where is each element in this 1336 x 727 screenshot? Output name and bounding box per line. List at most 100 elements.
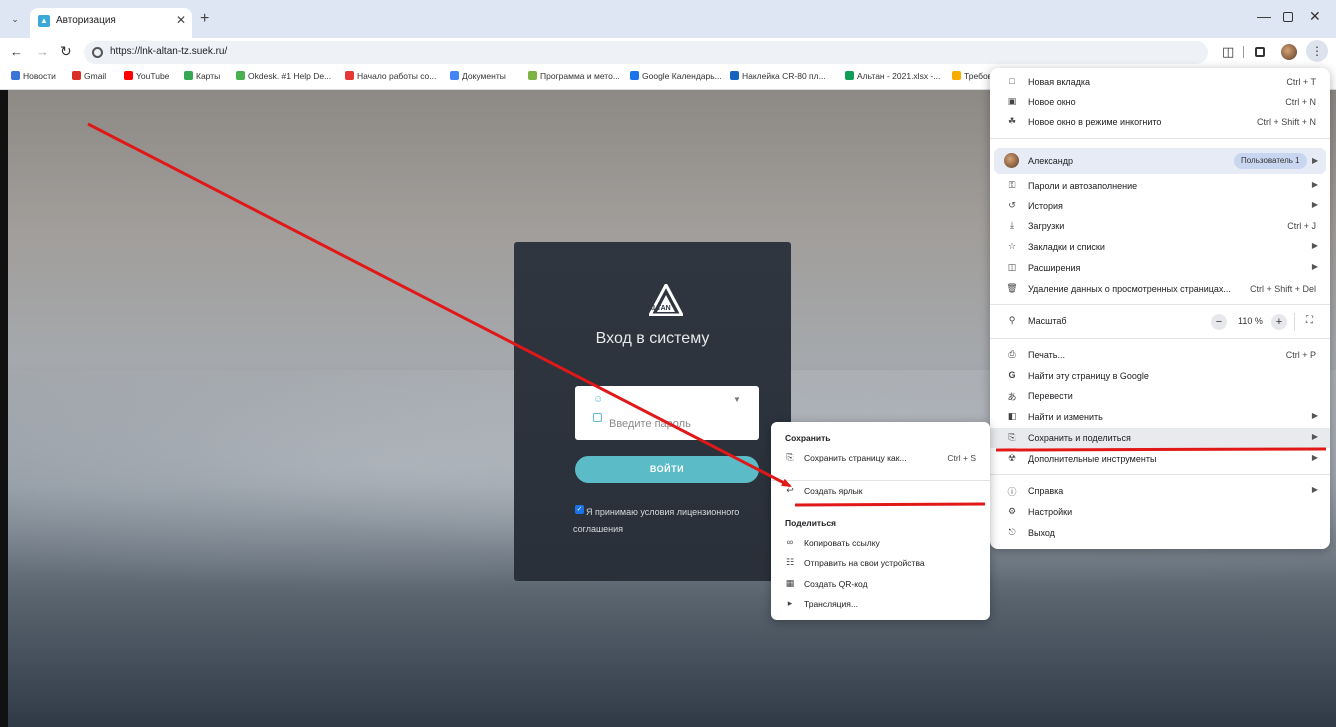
submenu-send-devices[interactable]: ☷ Отправить на свои устройства — [771, 553, 990, 573]
menu-bookmarks[interactable]: ☆ Закладки и списки ▶ — [990, 237, 1330, 257]
menu-label: Найти и изменить — [1028, 412, 1103, 422]
chevron-right-icon: ▶ — [1311, 432, 1318, 441]
print-icon: ⎙ — [1008, 349, 1016, 359]
fullscreen-icon[interactable]: ⛶ — [1306, 315, 1313, 326]
bookmark-item[interactable]: Начало работы со... — [345, 71, 436, 81]
profile-badge: Пользователь 1 — [1234, 153, 1307, 169]
browser-toolbar: ← → ↻ https://lnk-altan-tz.suek.ru/ ◫ ⋮ — [0, 38, 1336, 66]
menu-exit[interactable]: ⎋ Выход — [990, 523, 1330, 543]
zoom-out-button[interactable]: − — [1211, 314, 1227, 330]
star-icon: ☆ — [1007, 241, 1017, 251]
menu-find-edit[interactable]: ◧ Найти и изменить ▶ — [990, 407, 1330, 427]
menu-print[interactable]: ⎙ Печать... Ctrl + P — [990, 345, 1330, 365]
menu-translate[interactable]: あ Перевести — [990, 386, 1330, 406]
bookmark-item[interactable]: Новости — [11, 71, 56, 81]
bookmark-favicon-icon — [450, 71, 459, 80]
exit-icon: ⎋ — [1008, 527, 1016, 537]
chevron-right-icon: ▶ — [1311, 262, 1318, 271]
submenu-create-shortcut[interactable]: ↩ Создать ярлык — [771, 481, 990, 501]
menu-find-google[interactable]: G Найти эту страницу в Google — [990, 366, 1330, 386]
bookmark-item[interactable]: YouTube — [124, 71, 169, 81]
menu-label: Перевести — [1028, 391, 1073, 401]
back-icon[interactable]: ← — [10, 44, 23, 59]
extensions-icon[interactable]: ◫ — [1222, 44, 1234, 60]
menu-save-share[interactable]: ⎘ Сохранить и поделиться ▶ — [990, 428, 1330, 448]
submenu-cast[interactable]: ▸ Трансляция... — [771, 594, 990, 614]
toolbox-icon: ☢ — [1007, 453, 1017, 463]
new-window-icon: ▣ — [1007, 96, 1017, 106]
menu-history[interactable]: ↺ История ▶ — [990, 196, 1330, 216]
menu-clear-data[interactable]: 🗑 Удаление данных о просмотренных страни… — [990, 279, 1330, 299]
url-text[interactable]: https://lnk-altan-tz.suek.ru/ — [110, 46, 227, 57]
bookmark-item[interactable]: Okdesk. #1 Help De... — [236, 71, 331, 81]
chevron-right-icon: ▶ — [1311, 453, 1318, 462]
tab-close-icon[interactable]: ✕ — [176, 13, 186, 27]
menu-label: Загрузки — [1028, 221, 1065, 231]
zoom-icon: ⚲ — [1008, 315, 1016, 325]
bookmark-label: Gmail — [84, 71, 107, 81]
cast-icon: ▸ — [787, 598, 793, 608]
password-input[interactable] — [609, 418, 749, 430]
site-info-icon[interactable] — [92, 47, 103, 58]
tab-search-icon[interactable]: ⌄ — [8, 12, 22, 26]
zoom-divider — [1294, 313, 1295, 331]
bookmark-label: YouTube — [136, 71, 170, 81]
altan-favicon-icon: ▲ — [38, 15, 50, 27]
minimize-icon[interactable]: — — [1257, 8, 1271, 24]
menu-passwords[interactable]: ⚿ Пароли и автозаполнение ▶ — [990, 176, 1330, 196]
trash-icon: 🗑 — [1006, 283, 1018, 293]
save-share-submenu: Сохранить ⎘ Сохранить страницу как... Ct… — [771, 422, 990, 620]
login-button[interactable]: ВОЙТИ — [575, 456, 759, 483]
menu-downloads[interactable]: ⤓ Загрузки Ctrl + J — [990, 216, 1330, 236]
login-panel: ALTAN Вход в систему ☺ ▼ ВОЙТИ ✓ Я прини… — [514, 242, 791, 581]
bookmark-label: Альтан - 2021.xlsx -... — [857, 71, 941, 81]
menu-profile[interactable]: Александр Пользователь 1 ▶ — [994, 148, 1326, 174]
forward-icon[interactable]: → — [36, 44, 49, 59]
menu-incognito[interactable]: ☘ Новое окно в режиме инкогнито Ctrl + S… — [990, 112, 1330, 132]
bookmark-favicon-icon — [124, 71, 133, 80]
save-page-icon: ⎘ — [786, 452, 794, 462]
user-dropdown-icon[interactable]: ▼ — [733, 395, 741, 404]
menu-label: История — [1028, 201, 1063, 211]
zoom-in-button[interactable]: + — [1271, 314, 1287, 330]
bookmark-item[interactable]: Google Календарь... — [630, 71, 722, 81]
menu-label: Закладки и списки — [1028, 242, 1105, 252]
menu-extensions[interactable]: ◫ Расширения ▶ — [990, 258, 1330, 278]
menu-new-window[interactable]: ▣ Новое окно Ctrl + N — [990, 92, 1330, 112]
menu-help[interactable]: ⓘ Справка ▶ — [990, 481, 1330, 501]
reload-icon[interactable]: ↻ — [60, 43, 72, 60]
profile-avatar-icon[interactable] — [1281, 44, 1297, 60]
close-window-icon[interactable]: ✕ — [1309, 8, 1321, 25]
menu-label: Новая вкладка — [1028, 77, 1091, 87]
menu-shortcut: Ctrl + N — [1285, 97, 1316, 107]
menu-label: Дополнительные инструменты — [1028, 454, 1157, 464]
bookmark-item[interactable]: Карты — [184, 71, 220, 81]
bookmark-item[interactable]: Альтан - 2021.xlsx -... — [845, 71, 940, 81]
submenu-copy-link[interactable]: ∞ Копировать ссылку — [771, 533, 990, 553]
menu-more-tools[interactable]: ☢ Дополнительные инструменты ▶ — [990, 449, 1330, 469]
bookmark-item[interactable]: Наклейка CR-80 пл... — [730, 71, 826, 81]
restore-icon[interactable] — [1283, 12, 1293, 22]
bookmark-favicon-icon — [184, 71, 193, 80]
menu-label: Создать QR-код — [804, 579, 868, 589]
menu-new-tab[interactable]: □ Новая вкладка Ctrl + T — [990, 72, 1330, 92]
bookmark-item[interactable]: Программа и мето... — [528, 71, 620, 81]
menu-label: Справка — [1028, 486, 1064, 496]
address-bar[interactable]: https://lnk-altan-tz.suek.ru/ — [84, 41, 1208, 64]
bookmark-item[interactable]: Требов — [952, 71, 992, 81]
chevron-right-icon: ▶ — [1311, 411, 1318, 420]
side-panel-icon[interactable] — [1255, 47, 1265, 57]
bookmark-favicon-icon — [952, 71, 961, 80]
bookmark-label: Okdesk. #1 Help De... — [248, 71, 332, 81]
menu-settings[interactable]: ⚙ Настройки — [990, 502, 1330, 522]
bookmark-item[interactable]: Документы — [450, 71, 506, 81]
submenu-save-page[interactable]: ⎘ Сохранить страницу как... Ctrl + S — [771, 448, 990, 468]
bookmark-favicon-icon — [730, 71, 739, 80]
bookmark-item[interactable]: Gmail — [72, 71, 106, 81]
kebab-menu-icon[interactable]: ⋮ — [1306, 40, 1328, 62]
new-tab-icon[interactable]: + — [200, 10, 209, 28]
tab-active[interactable]: ▲ Авторизация ✕ — [30, 8, 192, 38]
menu-label: Масштаб — [1028, 316, 1067, 326]
toolbar-divider — [1243, 46, 1244, 58]
submenu-qr-code[interactable]: ▦ Создать QR-код — [771, 574, 990, 594]
